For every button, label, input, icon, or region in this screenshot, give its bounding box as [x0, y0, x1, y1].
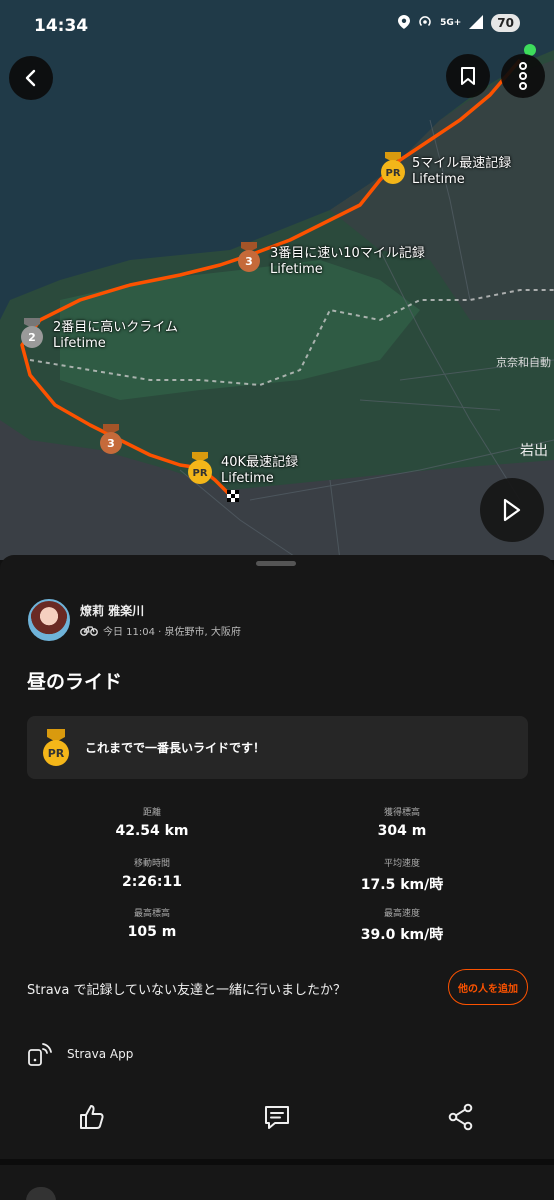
- athlete-header[interactable]: 燎莉 雅楽川 今日 11:04 · 泉佐野市, 大阪府: [28, 599, 241, 641]
- achievement-title: 40K最速記録: [221, 455, 299, 470]
- stat-label: 移動時間: [133, 859, 170, 869]
- stat-label: 最高標高: [133, 909, 170, 919]
- stat-value: 42.54 km: [115, 823, 189, 839]
- network-type: 5G+: [440, 17, 462, 28]
- device-row: Strava App: [27, 1041, 133, 1067]
- bike-icon: [80, 626, 98, 636]
- device-label: Strava App: [67, 1047, 134, 1061]
- activity-sheet: 燎莉 雅楽川 今日 11:04 · 泉佐野市, 大阪府 昼のライド PR これま…: [0, 555, 554, 1200]
- stat-distance: 距離 42.54 km: [42, 805, 262, 839]
- map-achievement-label: 3番目に速い10マイル記録 Lifetime: [270, 246, 425, 278]
- thumbs-up-icon: [80, 1105, 104, 1129]
- rank-3-medal-icon: 3: [238, 242, 260, 272]
- signal-icon: [469, 14, 484, 32]
- more-vertical-icon: [519, 62, 527, 90]
- achievement-sub: Lifetime: [53, 336, 106, 351]
- svg-text:PR: PR: [385, 168, 400, 179]
- activity-title: 昼のライド: [27, 671, 123, 693]
- stat-label: 最高速度: [383, 909, 420, 919]
- back-button[interactable]: [9, 56, 53, 100]
- location-icon: [398, 14, 411, 32]
- pr-medal-icon: PR: [381, 152, 405, 184]
- activity-meta: 今日 11:04 · 泉佐野市, 大阪府: [103, 627, 241, 638]
- hotspot-icon: [418, 15, 432, 32]
- place-label-iwade: 岩出: [520, 443, 548, 459]
- play-icon: [503, 498, 521, 522]
- status-time: 14:34: [34, 16, 89, 36]
- pr-medal-icon: PR: [188, 452, 212, 484]
- stat-value: 2:26:11: [122, 874, 182, 890]
- avatar[interactable]: [28, 599, 70, 641]
- map-achievement-label: 5マイル最速記録 Lifetime: [412, 156, 511, 188]
- achievement-title: 2番目に高いクライム: [53, 320, 179, 335]
- stat-value: 17.5 km/時: [360, 877, 444, 893]
- map-achievement-label: 2番目に高いクライム Lifetime: [53, 320, 178, 352]
- route-map[interactable]: 京奈和自動 岩出 PR 3 2 3 PR 5マイル最速記録 Lifetime 3…: [0, 0, 554, 560]
- flyover-play-button[interactable]: [480, 478, 544, 542]
- achievement-sub: Lifetime: [270, 262, 323, 277]
- status-icons: 5G+ 70: [398, 14, 520, 32]
- share-button[interactable]: [443, 1099, 479, 1135]
- add-people-button[interactable]: 他の人を追加: [448, 969, 528, 1005]
- achievement-card[interactable]: PR これまでで一番長いライドです！: [27, 716, 528, 779]
- bookmark-icon: [461, 67, 475, 85]
- achievement-sub: Lifetime: [221, 471, 274, 486]
- athlete-name[interactable]: 燎莉 雅楽川: [80, 602, 241, 619]
- stat-value: 105 m: [127, 924, 177, 940]
- stat-elevation-gain: 獲得標高 304 m: [292, 805, 512, 839]
- stat-moving-time: 移動時間 2:26:11: [42, 856, 262, 890]
- more-options-button[interactable]: [501, 54, 545, 98]
- svg-text:PR: PR: [192, 468, 207, 479]
- svg-text:3: 3: [245, 255, 253, 268]
- achievement-title: 5マイル最速記録: [412, 156, 512, 171]
- stat-label: 距離: [142, 808, 161, 818]
- place-label-keinawa: 京奈和自動: [496, 355, 551, 369]
- stat-max-elevation: 最高標高 105 m: [42, 906, 262, 940]
- map-achievement-label: 40K最速記録 Lifetime: [221, 455, 298, 487]
- stat-value: 304 m: [377, 823, 427, 839]
- stat-label: 獲得標高: [383, 808, 420, 818]
- svg-text:PR: PR: [48, 747, 65, 760]
- section-divider: [0, 1159, 554, 1165]
- phone-signal-icon: [28, 1043, 52, 1066]
- stat-label: 平均速度: [383, 859, 420, 869]
- add-friends-prompt: Strava で記録していない友達と一緒に行いましたか？: [27, 983, 347, 998]
- save-route-button[interactable]: [446, 54, 490, 98]
- pr-medal-icon: PR: [43, 728, 69, 766]
- status-bar: 14:34 5G+ 70: [0, 0, 554, 54]
- stat-avg-speed: 平均速度 17.5 km/時: [292, 856, 512, 894]
- sheet-drag-handle[interactable]: [256, 561, 296, 566]
- achievement-title: 3番目に速い10マイル記録: [270, 246, 425, 261]
- achievement-sub: Lifetime: [412, 172, 465, 187]
- comment-button[interactable]: [259, 1099, 295, 1135]
- rank-2-medal-icon: 2: [21, 318, 43, 348]
- kudos-button[interactable]: [74, 1099, 110, 1135]
- svg-text:2: 2: [28, 331, 36, 344]
- comment-icon: [265, 1106, 289, 1129]
- achievement-text: これまでで一番長いライドです！: [85, 741, 266, 755]
- battery-indicator: 70: [491, 14, 520, 32]
- share-icon: [448, 1103, 473, 1131]
- back-arrow-icon: [25, 69, 36, 87]
- svg-text:3: 3: [107, 437, 115, 450]
- stat-max-speed: 最高速度 39.0 km/時: [292, 906, 512, 944]
- next-section-peek: [26, 1187, 56, 1200]
- stat-value: 39.0 km/時: [360, 927, 444, 943]
- rank-3-medal-icon: 3: [100, 424, 122, 454]
